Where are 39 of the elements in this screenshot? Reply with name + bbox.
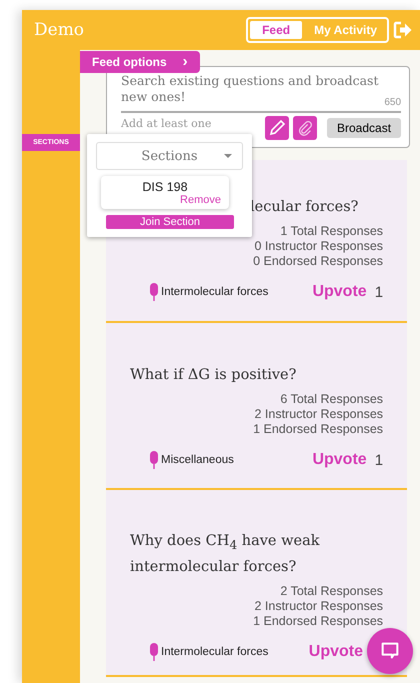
response-count: 2 Total Responses (280, 584, 384, 599)
join-section-button[interactable]: Join Section (106, 215, 234, 229)
microphone-icon (150, 642, 158, 661)
paperclip-icon (296, 118, 314, 136)
question-title: What if ΔG is positive? (130, 367, 296, 383)
response-count: 0 Endorsed Responses (253, 254, 384, 269)
pencil-icon (267, 118, 287, 138)
question-title: lecular forces? (250, 199, 358, 215)
microphone-icon (150, 451, 158, 469)
question-title: Why does CH$_{4}$ have weak intermolecular forces? (130, 533, 320, 575)
microphone-icon (150, 283, 158, 301)
response-count: 0 Instructor Responses (254, 239, 384, 254)
pencil-button[interactable] (265, 116, 289, 140)
question-card[interactable]: Why does CH$_{4}$ have weak intermolecular forces? 2 Total Responses 2 Instructor Responses 1 Endorsed Responses Intermolecular forces Upvote (106, 490, 408, 677)
remove-link[interactable]: Remove (180, 194, 221, 206)
character-counter: 650 (384, 97, 402, 108)
upvote-count: 1 (374, 284, 384, 300)
response-count: 1 Endorsed Responses (253, 614, 384, 629)
response-count: 6 Total Responses (280, 392, 384, 407)
topic-label: Intermolecular forces (161, 286, 268, 298)
caret-icon (224, 154, 232, 158)
question-card[interactable]: What if ΔG is positive? 6 Total Responses 2 Instructor Responses 1 Endorsed Responses Miscellaneous Upvote 1 (106, 323, 408, 490)
response-count: 2 Instructor Responses (254, 598, 384, 614)
section-name: DIS 198 (141, 180, 189, 194)
app-title: Demo (34, 20, 86, 40)
upvote-link[interactable]: Upvote (312, 451, 367, 469)
response-count: 2 Instructor Responses (254, 407, 384, 422)
topic-label: Intermolecular forces (161, 646, 268, 658)
sections-dropdown[interactable]: Sections (96, 142, 243, 170)
upvote-link[interactable]: Upvote (312, 283, 367, 301)
broadcast-button[interactable]: Broadcast (327, 118, 402, 138)
response-count: 1 Endorsed Responses (253, 422, 384, 437)
topic-label: Miscellaneous (161, 454, 234, 466)
response-count: 1 Total Responses (280, 224, 384, 239)
upvote-count: 1 (374, 452, 384, 468)
attach-button[interactable] (293, 116, 317, 140)
view-tab[interactable]: Feed (250, 21, 302, 39)
upvote-link[interactable]: Upvote (308, 642, 364, 661)
feed-options-button[interactable]: Feed options › (80, 51, 200, 73)
